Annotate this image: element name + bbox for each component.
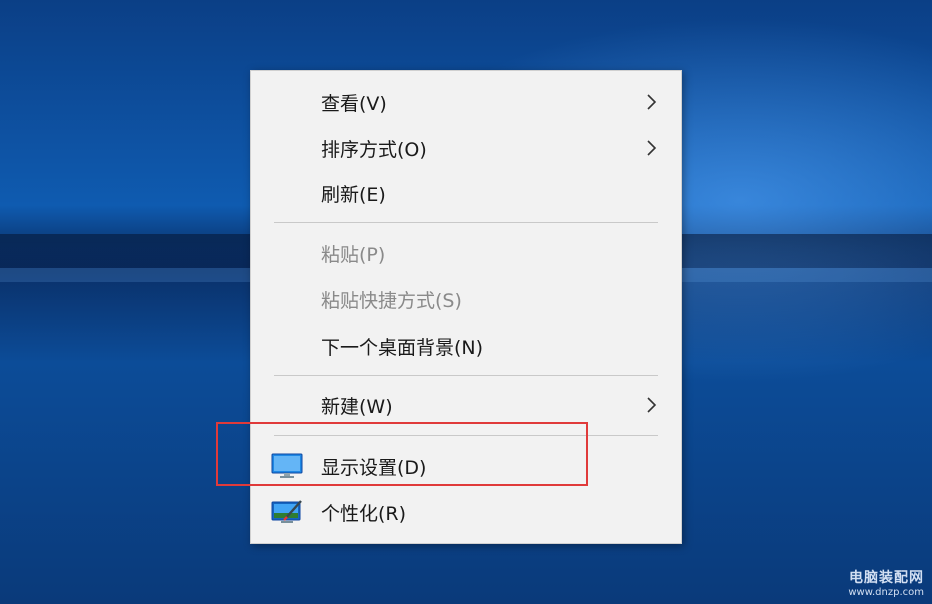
watermark: 电脑装配网 www.dnzp.com <box>848 567 924 598</box>
menu-item-label: 个性化(R) <box>321 503 407 525</box>
personalize-icon <box>271 500 302 523</box>
menu-item-refresh[interactable]: 刷新(E) <box>251 172 681 214</box>
watermark-title: 电脑装配网 <box>849 570 924 586</box>
menu-separator <box>274 222 658 223</box>
menu-item-paste[interactable]: 粘贴(P) <box>251 232 681 274</box>
menu-separator <box>274 375 658 376</box>
chevron-right-icon <box>647 140 657 156</box>
menu-item-label: 粘贴(P) <box>321 244 386 266</box>
menu-item-label: 刷新(E) <box>321 184 386 206</box>
menu-item-label: 粘贴快捷方式(S) <box>321 290 462 312</box>
menu-item-next-background[interactable]: 下一个桌面背景(N) <box>251 325 681 367</box>
menu-item-label: 排序方式(O) <box>321 139 427 161</box>
chevron-right-icon <box>647 397 657 413</box>
menu-item-view[interactable]: 查看(V) <box>251 81 681 123</box>
menu-item-label: 新建(W) <box>321 396 393 418</box>
menu-item-label: 下一个桌面背景(N) <box>321 337 484 359</box>
menu-item-label: 查看(V) <box>321 93 387 115</box>
menu-item-new[interactable]: 新建(W) <box>251 384 681 426</box>
highlight-box <box>216 422 588 486</box>
menu-item-personalize[interactable]: 个性化(R) <box>251 491 681 533</box>
watermark-url: www.dnzp.com <box>848 587 924 598</box>
menu-item-sort-by[interactable]: 排序方式(O) <box>251 127 681 169</box>
menu-item-paste-shortcut[interactable]: 粘贴快捷方式(S) <box>251 278 681 320</box>
chevron-right-icon <box>647 94 657 110</box>
